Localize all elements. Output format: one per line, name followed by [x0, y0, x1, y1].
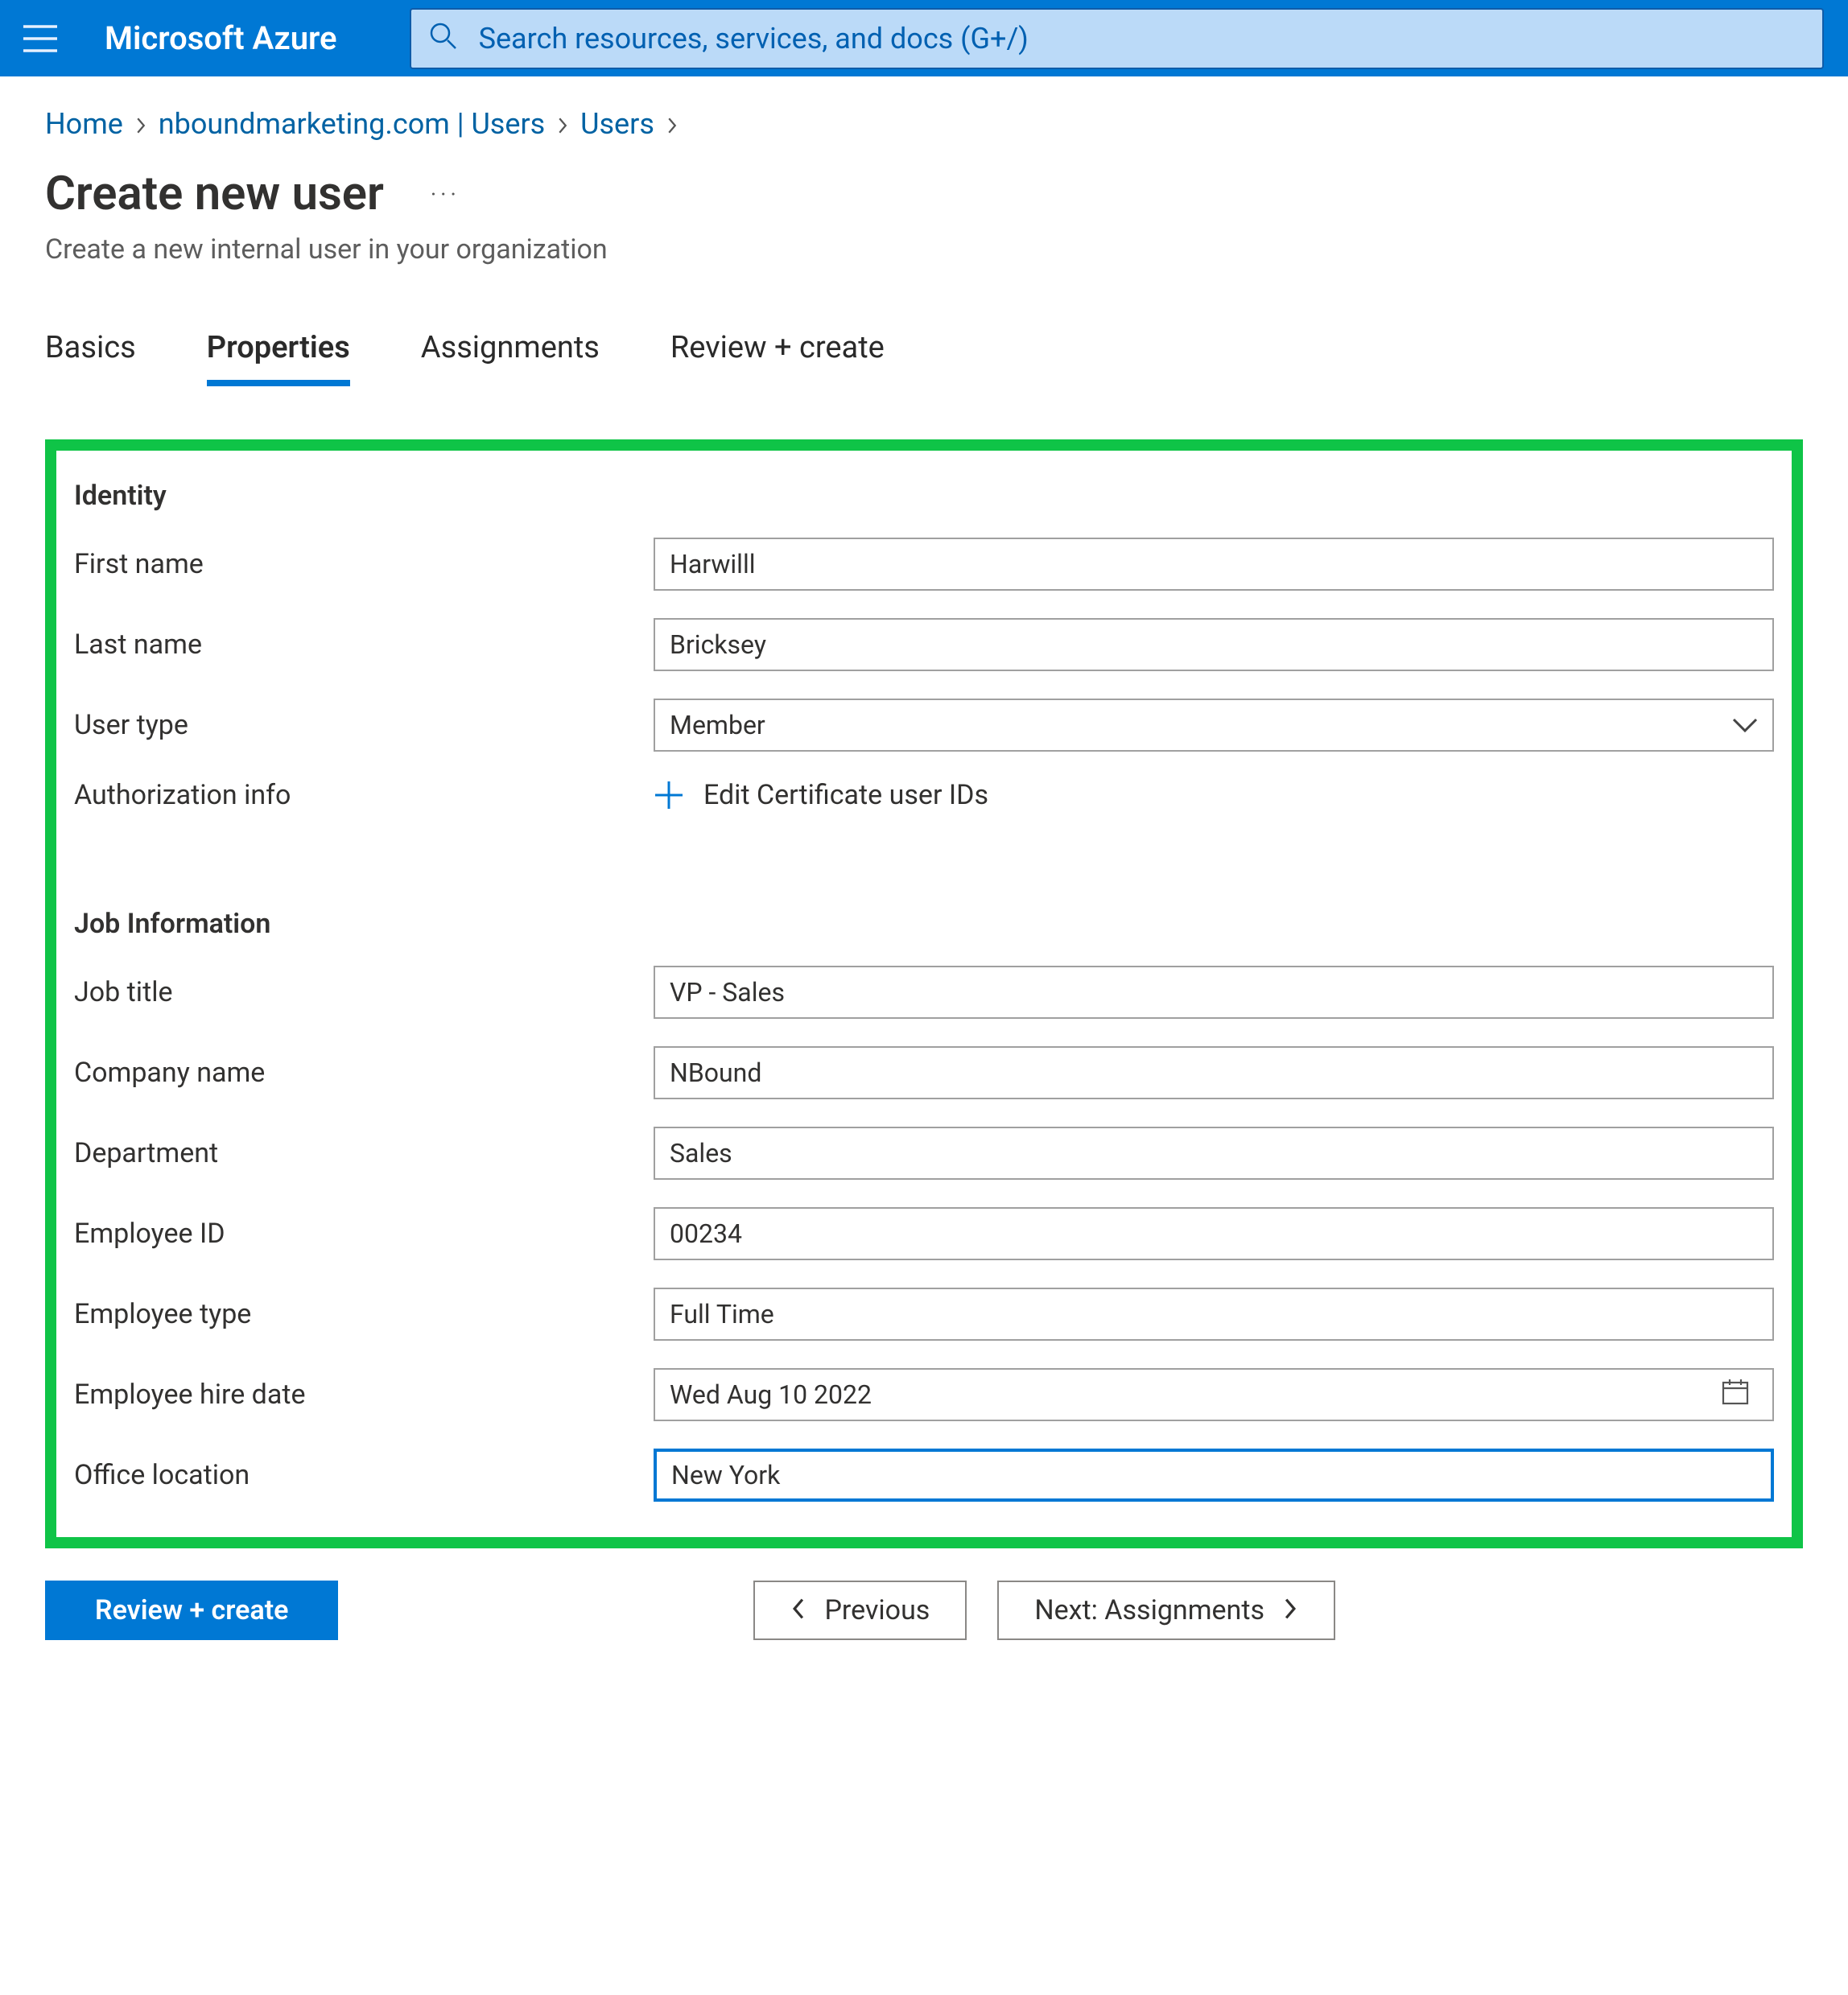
azure-topbar: Microsoft Azure Search resources, servic… — [0, 0, 1848, 76]
tab-basics[interactable]: Basics — [45, 330, 136, 386]
office-location-input[interactable]: New York — [654, 1449, 1774, 1502]
more-actions-button[interactable]: ··· — [423, 173, 468, 216]
breadcrumb-link-users[interactable]: Users — [580, 107, 654, 141]
wizard-footer: Review + create Previous Next: Assignmen… — [0, 1548, 1848, 1680]
chevron-right-icon — [131, 107, 151, 141]
last-name-label: Last name — [74, 629, 654, 661]
company-name-value: NBound — [670, 1057, 761, 1088]
last-name-input[interactable]: Bricksey — [654, 618, 1774, 671]
tab-properties[interactable]: Properties — [207, 330, 350, 386]
brand-label: Microsoft Azure — [80, 19, 386, 57]
user-type-value: Member — [670, 710, 765, 740]
edit-certificate-user-ids-label: Edit Certificate user IDs — [703, 779, 988, 811]
employee-hire-date-value: Wed Aug 10 2022 — [670, 1379, 872, 1410]
page-subtitle: Create a new internal user in your organ… — [45, 233, 1803, 266]
breadcrumb: Home nboundmarketing.com | Users Users — [45, 107, 1803, 141]
company-name-label: Company name — [74, 1057, 654, 1089]
employee-hire-date-label: Employee hire date — [74, 1379, 654, 1411]
chevron-right-icon — [662, 107, 682, 141]
section-header-identity: Identity — [74, 480, 1774, 512]
chevron-left-icon — [790, 1594, 806, 1626]
employee-id-value: 00234 — [670, 1218, 742, 1249]
properties-form-frame: Identity First name Harwilll Last name B… — [45, 439, 1803, 1548]
last-name-value: Bricksey — [670, 629, 766, 660]
global-search-input[interactable]: Search resources, services, and docs (G+… — [410, 8, 1824, 69]
first-name-label: First name — [74, 548, 654, 580]
hamburger-icon — [23, 25, 57, 52]
first-name-value: Harwilll — [670, 549, 756, 579]
previous-button[interactable]: Previous — [753, 1581, 967, 1640]
department-label: Department — [74, 1137, 654, 1169]
next-assignments-button[interactable]: Next: Assignments — [997, 1581, 1335, 1640]
breadcrumb-link-tenant-users[interactable]: nboundmarketing.com | Users — [159, 107, 546, 141]
company-name-input[interactable]: NBound — [654, 1046, 1774, 1099]
page-title: Create new user — [45, 167, 384, 221]
section-header-job-information: Job Information — [74, 908, 1774, 940]
employee-type-label: Employee type — [74, 1298, 654, 1330]
previous-button-label: Previous — [824, 1594, 930, 1626]
employee-type-value: Full Time — [670, 1299, 774, 1329]
office-location-value: New York — [671, 1460, 780, 1490]
job-title-value: VP - Sales — [670, 977, 785, 1008]
tab-assignments[interactable]: Assignments — [421, 330, 600, 386]
job-title-input[interactable]: VP - Sales — [654, 966, 1774, 1019]
first-name-input[interactable]: Harwilll — [654, 538, 1774, 591]
employee-type-input[interactable]: Full Time — [654, 1288, 1774, 1341]
job-title-label: Job title — [74, 976, 654, 1008]
user-type-select[interactable]: Member — [654, 699, 1774, 752]
employee-hire-date-input[interactable]: Wed Aug 10 2022 — [654, 1368, 1774, 1421]
employee-id-label: Employee ID — [74, 1218, 654, 1250]
chevron-down-icon — [1732, 710, 1758, 740]
review-create-button[interactable]: Review + create — [45, 1581, 338, 1640]
chevron-right-icon — [553, 107, 572, 141]
tab-review-create[interactable]: Review + create — [670, 330, 885, 386]
authorization-info-label: Authorization info — [74, 779, 654, 811]
hamburger-menu-button[interactable] — [0, 0, 80, 76]
wizard-tabs: Basics Properties Assignments Review + c… — [45, 330, 1803, 386]
user-type-label: User type — [74, 709, 654, 741]
employee-id-input[interactable]: 00234 — [654, 1207, 1774, 1260]
edit-certificate-user-ids-button[interactable]: Edit Certificate user IDs — [654, 779, 988, 811]
review-create-button-label: Review + create — [95, 1594, 288, 1626]
search-icon — [429, 22, 456, 55]
breadcrumb-link-home[interactable]: Home — [45, 107, 123, 141]
next-button-label: Next: Assignments — [1034, 1594, 1264, 1626]
department-value: Sales — [670, 1138, 732, 1169]
plus-icon — [654, 780, 684, 810]
search-placeholder: Search resources, services, and docs (G+… — [479, 22, 1029, 56]
department-input[interactable]: Sales — [654, 1127, 1774, 1180]
chevron-right-icon — [1282, 1594, 1298, 1626]
office-location-label: Office location — [74, 1459, 654, 1491]
calendar-icon — [1721, 1377, 1750, 1412]
